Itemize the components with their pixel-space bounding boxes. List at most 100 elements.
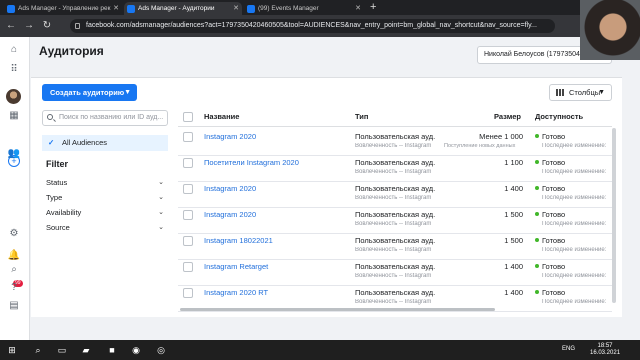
chrome-icon[interactable]: ◉: [130, 344, 142, 356]
windows-taskbar: ⊞ ⌕ ▭ ▰ ■ ◉ ◎ ENG 18:57 16.03.2021: [0, 340, 640, 360]
search-icon: [47, 114, 53, 120]
audience-name-link[interactable]: Instagram 2020: [204, 210, 256, 219]
folder-icon[interactable]: ▰: [80, 344, 92, 356]
chevron-down-icon: ▼: [598, 89, 605, 96]
filter-label: Source: [46, 223, 70, 232]
columns-label: Столбцы: [569, 88, 601, 97]
column-header-type[interactable]: Тип: [355, 112, 368, 121]
app-icon[interactable]: ■: [106, 344, 118, 356]
close-icon[interactable]: ✕: [355, 2, 361, 15]
status-badge: Готово: [535, 184, 565, 193]
audiences-icon[interactable]: 👥: [7, 147, 21, 161]
filter-source[interactable]: Source ⌄: [46, 223, 164, 233]
create-audience-button[interactable]: Создать аудиторию ▼: [42, 84, 137, 101]
audience-name-link[interactable]: Instagram 2020: [204, 132, 256, 141]
app-icon[interactable]: ◎: [155, 344, 167, 356]
horizontal-scrollbar[interactable]: [180, 308, 495, 311]
chevron-down-icon: ▼: [124, 89, 131, 96]
row-checkbox[interactable]: [183, 132, 193, 142]
audience-type-source: Вовлеченность -- Instagram: [355, 247, 432, 253]
search-icon[interactable]: ⌕: [32, 344, 44, 356]
avatar[interactable]: [6, 89, 21, 104]
clock[interactable]: 18:57 16.03.2021: [590, 343, 620, 357]
help-icon[interactable]: ?: [7, 281, 21, 295]
status-badge: Готово: [535, 236, 565, 245]
audience-name-link[interactable]: Посетители Instagram 2020: [204, 158, 299, 167]
close-icon[interactable]: ✕: [113, 2, 119, 15]
audience-type-source: Вовлеченность -- Instagram: [355, 195, 432, 201]
grid-menu-icon[interactable]: ⠿: [7, 63, 21, 77]
columns-icon: [556, 89, 564, 96]
tab-title: Ads Manager - Аудитории: [138, 5, 215, 12]
filter-availability[interactable]: Availability ⌄: [46, 208, 164, 218]
browser-tab[interactable]: (99) Events Manager ✕: [244, 2, 364, 15]
search-input[interactable]: Поиск по названию или ID ауд...: [42, 110, 168, 126]
row-divider: [178, 181, 612, 182]
row-checkbox[interactable]: [183, 288, 193, 298]
audience-name-link[interactable]: Instagram 18022021: [204, 236, 273, 245]
status-last-changed: Последнее изменение:: [542, 195, 607, 201]
clock-date: 16.03.2021: [590, 350, 621, 356]
audience-type: Пользовательская ауд...: [355, 158, 435, 167]
browser-tab[interactable]: Ads Manager - Управление рек ✕: [4, 2, 122, 15]
audience-size: 1 500: [504, 210, 523, 219]
audience-type: Пользовательская ауд...: [355, 132, 435, 141]
reports-icon[interactable]: ▤: [7, 299, 21, 313]
windows-start-icon[interactable]: ⊞: [6, 344, 18, 356]
row-checkbox[interactable]: [183, 210, 193, 220]
column-header-name[interactable]: Название: [204, 112, 239, 121]
audience-name-link[interactable]: Instagram 2020: [204, 184, 256, 193]
chevron-down-icon: ⌄: [158, 209, 164, 216]
column-header-size[interactable]: Размер: [494, 112, 521, 121]
status-last-changed: Последнее изменение:: [542, 273, 607, 279]
all-audiences-item[interactable]: ✓ All Audiences: [42, 135, 168, 151]
status-last-changed: Последнее изменение:: [542, 143, 607, 149]
vertical-scrollbar[interactable]: [612, 128, 616, 303]
filter-title: Filter: [46, 159, 69, 169]
audience-name-link[interactable]: Instagram Retarget: [204, 262, 268, 271]
audience-size-note: Поступление новых данных: [444, 143, 516, 149]
column-header-availability[interactable]: Доступность: [535, 112, 583, 121]
filter-status[interactable]: Status ⌄: [46, 178, 164, 188]
back-icon[interactable]: ←: [4, 19, 18, 33]
ads-manager-favicon-icon: [127, 5, 135, 13]
columns-button[interactable]: Столбцы ▼: [549, 84, 612, 101]
filter-type[interactable]: Type ⌄: [46, 193, 164, 203]
row-checkbox[interactable]: [183, 184, 193, 194]
home-icon[interactable]: ⌂: [7, 43, 21, 57]
forward-icon[interactable]: →: [22, 19, 36, 33]
filter-label: Type: [46, 193, 63, 202]
audience-type-source: Вовлеченность -- Instagram: [355, 221, 432, 227]
left-nav-rail: ⌂ ⠿ ▦ + 👥 ⚙ 🔔 99 ⌕ ? ▤: [0, 37, 30, 340]
browser-tab-active[interactable]: Ads Manager - Аудитории ✕: [124, 2, 242, 15]
reload-icon[interactable]: ↻: [40, 19, 54, 33]
audience-size: 1 400: [504, 262, 523, 271]
row-divider: [178, 311, 612, 312]
grid-menu-icon[interactable]: ▦: [7, 109, 21, 123]
all-audiences-label: All Audiences: [62, 138, 108, 147]
url-text: facebook.com/adsmanager/audiences?act=17…: [86, 22, 537, 29]
audience-size: 1 400: [504, 288, 523, 297]
audience-name-link[interactable]: Instagram 2020 RT: [204, 288, 268, 297]
tab-title: Ads Manager - Управление рек: [18, 5, 111, 12]
row-divider: [178, 155, 612, 156]
status-badge: Готово: [535, 158, 565, 167]
row-divider: [178, 259, 612, 260]
task-view-icon[interactable]: ▭: [56, 344, 68, 356]
new-tab-icon[interactable]: +: [370, 1, 376, 14]
audience-type-source: Вовлеченность -- Instagram: [355, 143, 432, 149]
gear-icon[interactable]: ⚙: [7, 227, 21, 241]
row-checkbox[interactable]: [183, 236, 193, 246]
search-icon[interactable]: ⌕: [7, 263, 21, 277]
url-input[interactable]: facebook.com/adsmanager/audiences?act=17…: [70, 19, 555, 33]
audience-type: Пользовательская ауд...: [355, 184, 435, 193]
audience-type: Пользовательская ауд...: [355, 262, 435, 271]
row-checkbox[interactable]: [183, 158, 193, 168]
notifications-icon[interactable]: 🔔: [7, 249, 21, 263]
row-checkbox[interactable]: [183, 262, 193, 272]
select-all-checkbox[interactable]: [183, 112, 193, 122]
status-last-changed: Последнее изменение:: [542, 221, 607, 227]
language-indicator[interactable]: ENG: [562, 346, 575, 352]
close-icon[interactable]: ✕: [233, 2, 239, 15]
audience-type-source: Вовлеченность -- Instagram: [355, 299, 432, 305]
